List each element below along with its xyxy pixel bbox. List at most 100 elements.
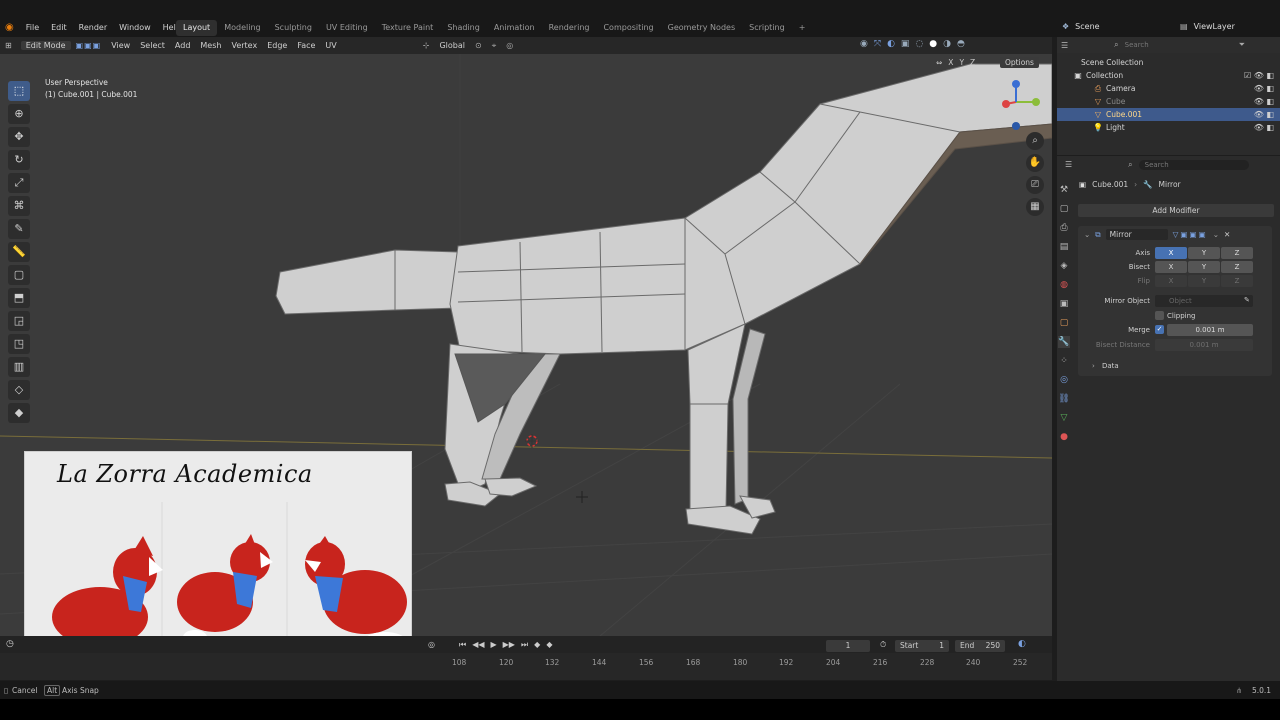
particles-tab-icon[interactable]: ⁘	[1058, 355, 1070, 367]
world-tab-icon[interactable]: ◍	[1058, 279, 1070, 291]
tab-scripting[interactable]: Scripting	[742, 20, 792, 36]
camera-view-icon[interactable]: ⎚	[1026, 176, 1044, 194]
menu-edit[interactable]: Edit	[46, 20, 72, 36]
visibility-toggle-icon[interactable]: 👁 ◧	[1254, 123, 1274, 132]
data-subpanel[interactable]: › Data	[1078, 360, 1272, 373]
clipping-checkbox[interactable]	[1155, 311, 1164, 320]
mirror-object-field[interactable]: Object	[1155, 295, 1253, 307]
add-cube-tool-icon[interactable]: ▢	[8, 265, 30, 285]
modifier-menu-icon[interactable]: ⌄	[1213, 230, 1219, 239]
outliner-item-cube[interactable]: ▽ Cube 👁 ◧	[1057, 95, 1280, 108]
tab-layout[interactable]: Layout	[176, 20, 218, 36]
shading-wire-icon[interactable]: ◌	[915, 39, 923, 49]
proportional-edit-icon[interactable]: ◎	[501, 41, 518, 50]
bisect-y-toggle[interactable]: Y	[1188, 261, 1220, 273]
3d-cursor[interactable]	[525, 434, 539, 448]
menu-add[interactable]: Add	[170, 41, 196, 50]
add-workspace-button[interactable]: +	[792, 20, 813, 36]
blender-logo-icon[interactable]: ◉	[0, 20, 19, 36]
measure-tool-icon[interactable]: 📏	[8, 242, 30, 262]
scene-selector[interactable]: ❖ Scene	[1062, 22, 1100, 31]
axis-z[interactable]: Z	[970, 58, 975, 67]
menu-edge[interactable]: Edge	[262, 41, 292, 50]
preview-range-icon[interactable]: ⏱	[880, 640, 886, 650]
merge-distance-field[interactable]: 0.001 m	[1167, 324, 1253, 336]
axis-z-toggle[interactable]: Z	[1221, 247, 1253, 259]
transform-tool-icon[interactable]: ⌘	[8, 196, 30, 216]
pan-hand-icon[interactable]: ✋	[1026, 154, 1044, 172]
menu-select[interactable]: Select	[135, 41, 170, 50]
collection-visibility-icons[interactable]: ☑ 👁 ◧	[1244, 71, 1274, 80]
modifier-tab-icon[interactable]: 🔧	[1058, 336, 1070, 348]
keyframe-prev-icon[interactable]: ◆	[534, 640, 540, 650]
modifier-name-field[interactable]: Mirror	[1105, 229, 1168, 240]
poly-build-tool-icon[interactable]: ◆	[8, 403, 30, 423]
bevel-tool-icon[interactable]: ◳	[8, 334, 30, 354]
axis-y[interactable]: Y	[959, 58, 964, 67]
output-tab-icon[interactable]: ⎙	[1058, 222, 1070, 234]
play-icon[interactable]: ▶	[491, 640, 497, 650]
step-back-icon[interactable]: ◀◀	[472, 640, 484, 650]
menu-mesh[interactable]: Mesh	[195, 41, 226, 50]
zoom-icon[interactable]: ⌕	[1026, 132, 1044, 150]
close-icon[interactable]: ✕	[1224, 230, 1230, 239]
tab-uv-editing[interactable]: UV Editing	[319, 20, 375, 36]
eyedropper-icon[interactable]: ✎	[1244, 296, 1250, 304]
bisect-distance-field[interactable]: 0.001 m	[1155, 339, 1253, 351]
menu-face[interactable]: Face	[292, 41, 320, 50]
tab-animation[interactable]: Animation	[487, 20, 542, 36]
visibility-icon[interactable]: ◉	[860, 39, 868, 49]
extrude-tool-icon[interactable]: ⬒	[8, 288, 30, 308]
options-button[interactable]: Options	[1000, 57, 1039, 68]
jump-end-icon[interactable]: ⏭	[521, 640, 528, 650]
snap-icon[interactable]: ⌖	[487, 41, 502, 51]
end-frame-field[interactable]: End 250	[955, 640, 1005, 652]
tab-rendering[interactable]: Rendering	[542, 20, 597, 36]
view-layer-selector[interactable]: ▤ ViewLayer	[1180, 22, 1235, 31]
inset-tool-icon[interactable]: ◲	[8, 311, 30, 331]
flip-z-toggle[interactable]: Z	[1221, 275, 1253, 287]
overlay-icon[interactable]: ◐	[887, 39, 895, 49]
data-tab-icon[interactable]: ▽	[1058, 412, 1070, 424]
outliner-collection[interactable]: ▣ Collection ☑ 👁 ◧	[1057, 69, 1280, 82]
timeline-overlay-icon[interactable]: ◐	[1018, 639, 1026, 649]
filter-icon[interactable]: ⏷	[1239, 40, 1245, 50]
modifier-toggle-icons[interactable]: ▽▣▣▣	[1173, 230, 1208, 239]
mode-dropdown[interactable]: Edit Mode	[20, 41, 71, 50]
visibility-toggle-icon[interactable]: 👁 ◧	[1254, 97, 1274, 106]
menu-file[interactable]: File	[21, 20, 44, 36]
flip-y-toggle[interactable]: Y	[1188, 275, 1220, 287]
properties-search-input[interactable]: Search	[1138, 159, 1249, 170]
constraints-tab-icon[interactable]: ⛓	[1058, 393, 1070, 405]
menu-uv[interactable]: UV	[320, 41, 341, 50]
outliner-search-input[interactable]: Search	[1125, 41, 1205, 49]
start-frame-field[interactable]: Start 1	[895, 640, 949, 652]
axis-y-toggle[interactable]: Y	[1188, 247, 1220, 259]
shading-render-icon[interactable]: ◓	[957, 39, 965, 49]
tool-tab-icon[interactable]: ⚒	[1058, 184, 1070, 196]
render-tab-icon[interactable]: ▢	[1058, 203, 1070, 215]
visibility-toggle-icon[interactable]: 👁 ◧	[1254, 110, 1274, 119]
bisect-z-toggle[interactable]: Z	[1221, 261, 1253, 273]
properties-editor-icon[interactable]: ☰	[1065, 160, 1072, 169]
grid-perspective-icon[interactable]: ▦	[1026, 198, 1044, 216]
menu-view[interactable]: View	[106, 41, 135, 50]
physics-tab-icon[interactable]: ◎	[1058, 374, 1070, 386]
tab-compositing[interactable]: Compositing	[596, 20, 660, 36]
flip-x-toggle[interactable]: X	[1155, 275, 1187, 287]
select-box-icon[interactable]: ⬚	[8, 81, 30, 101]
collection-tab-icon[interactable]: ▣	[1058, 298, 1070, 310]
current-frame-field[interactable]: 1	[826, 640, 870, 652]
jump-start-icon[interactable]: ⏮	[459, 640, 466, 650]
annotate-tool-icon[interactable]: ✎	[8, 219, 30, 239]
tab-shading[interactable]: Shading	[440, 20, 487, 36]
keyframe-next-icon[interactable]: ◆	[546, 640, 552, 650]
step-forward-icon[interactable]: ▶▶	[503, 640, 515, 650]
tab-texture-paint[interactable]: Texture Paint	[375, 20, 441, 36]
tab-modeling[interactable]: Modeling	[217, 20, 267, 36]
axis-x[interactable]: X	[948, 58, 953, 67]
outliner-scene-collection[interactable]: Scene Collection	[1057, 56, 1280, 69]
scale-tool-icon[interactable]: ⤢	[8, 173, 30, 193]
loop-cut-tool-icon[interactable]: ▥	[8, 357, 30, 377]
merge-checkbox[interactable]: ✓	[1155, 325, 1164, 334]
